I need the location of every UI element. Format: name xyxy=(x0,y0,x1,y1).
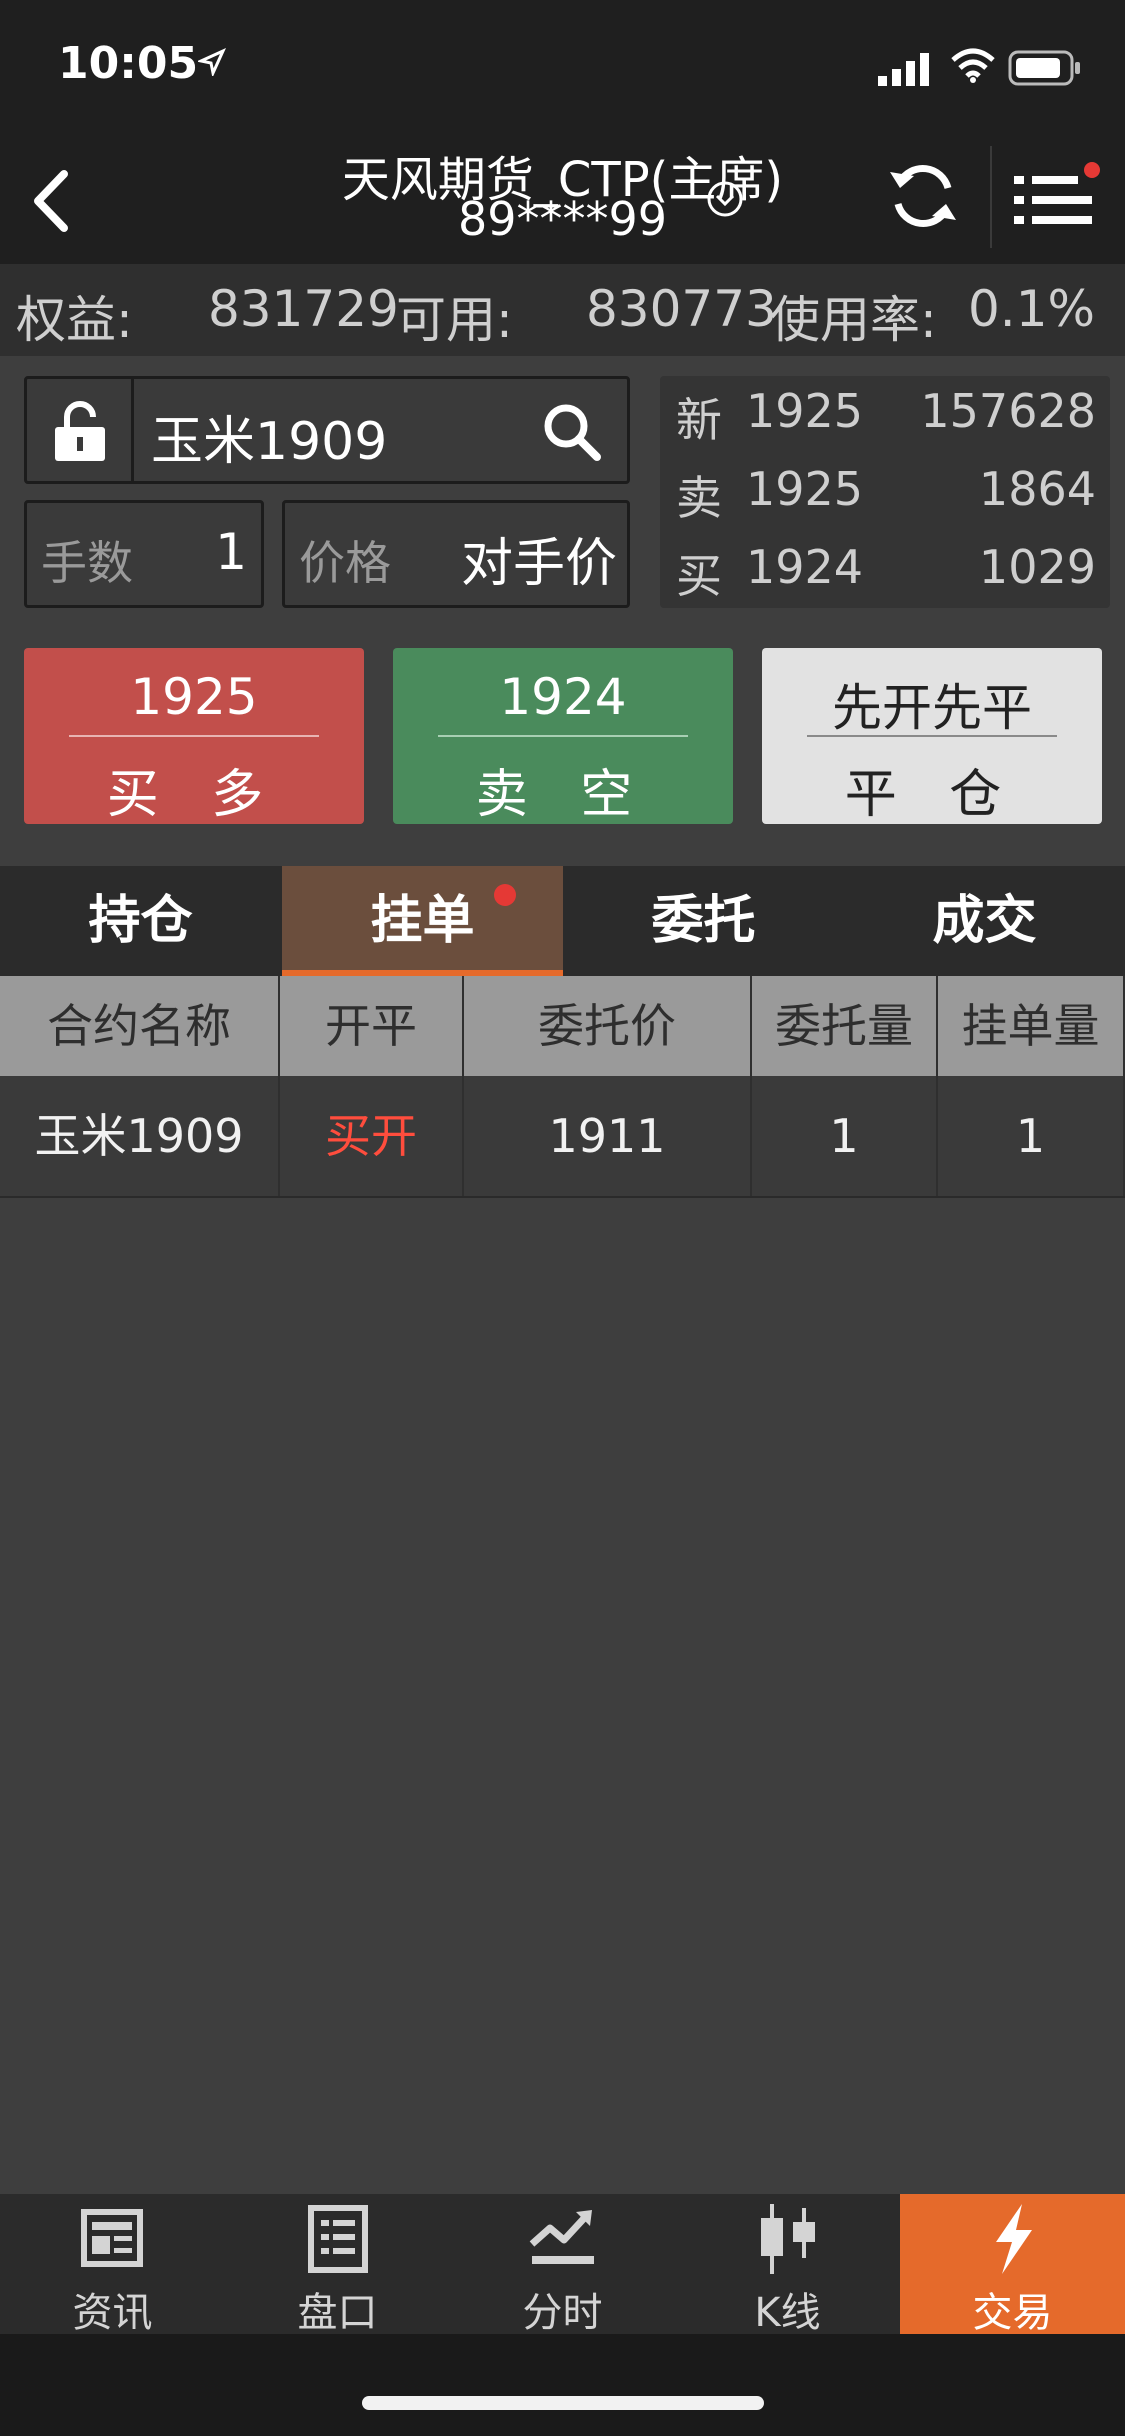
column-header: 合约名称 xyxy=(0,976,280,1076)
contract-name: 玉米1909 xyxy=(151,412,388,472)
trend-line-icon xyxy=(529,2210,594,2264)
orderbook-icon xyxy=(308,2205,368,2273)
quote-label: 卖 xyxy=(676,471,722,525)
quote-price: 1925 xyxy=(746,384,864,438)
tab-pending-orders[interactable]: 挂单 xyxy=(282,866,563,976)
column-header: 委托价 xyxy=(464,976,752,1076)
status-time: 10:05 xyxy=(58,38,199,89)
tab-label: 挂单 xyxy=(370,891,475,951)
bottom-tab-kline[interactable]: K线 xyxy=(675,2194,900,2336)
bottom-tab-orderbook[interactable]: 盘口 xyxy=(225,2194,450,2336)
cell-open-close: 买开 xyxy=(280,1076,464,1196)
button-divider xyxy=(438,735,688,737)
home-indicator[interactable] xyxy=(362,2396,764,2410)
sell-short-button[interactable]: 1924 卖 空 xyxy=(393,648,733,825)
bottom-tab-label: 分时 xyxy=(522,2290,603,2336)
menu-list-icon[interactable] xyxy=(1012,162,1102,242)
quote-volume: 1864 xyxy=(978,462,1096,516)
column-header: 委托量 xyxy=(752,976,938,1076)
price-type-value[interactable]: 对手价 xyxy=(461,521,617,596)
bottom-tab-label: 资讯 xyxy=(72,2290,153,2336)
quote-volume: 157628 xyxy=(920,384,1096,438)
unlock-icon xyxy=(55,401,105,461)
equity-value: 831729 xyxy=(208,280,399,338)
quote-panel: 新 1925 157628 卖 1925 1864 买 1924 1029 xyxy=(660,376,1110,608)
newspaper-icon xyxy=(81,2209,143,2267)
close-mode: 先开先平 xyxy=(832,679,1032,737)
lightning-icon xyxy=(996,2204,1032,2274)
bottom-tab-intraday[interactable]: 分时 xyxy=(450,2194,675,2336)
contract-selector[interactable]: 玉米1909 xyxy=(24,376,630,484)
lots-label: 手数 xyxy=(41,536,133,590)
bottom-tab-label: 盘口 xyxy=(297,2290,378,2336)
buy-long-button[interactable]: 1925 买 多 xyxy=(24,648,364,825)
cell-contract: 玉米1909 xyxy=(0,1076,280,1196)
status-bar: 10:05 xyxy=(0,0,1125,130)
buy-label: 买 多 xyxy=(106,765,282,825)
quote-price: 1924 xyxy=(746,540,864,594)
home-indicator-area xyxy=(0,2334,1125,2436)
quote-label: 买 xyxy=(676,549,722,603)
tab-positions[interactable]: 持仓 xyxy=(0,866,281,976)
search-icon[interactable] xyxy=(541,401,603,463)
usage-value: 0.1% xyxy=(968,280,1096,338)
lock-button[interactable] xyxy=(27,379,134,481)
bottom-tab-bar: 资讯 盘口 分时 K线 交易 xyxy=(0,2194,1125,2336)
button-divider xyxy=(807,735,1057,737)
account-summary-bar: 权益: 831729 可用: 830773 使用率: 0.1% xyxy=(0,264,1125,356)
candlestick-icon xyxy=(761,2204,815,2274)
tab-trades[interactable]: 成交 xyxy=(844,866,1125,976)
bottom-tab-news[interactable]: 资讯 xyxy=(0,2194,225,2336)
battery-icon xyxy=(1008,50,1080,86)
bottom-tab-trade[interactable]: 交易 xyxy=(900,2194,1125,2336)
quote-price: 1925 xyxy=(746,462,864,516)
buy-price: 1925 xyxy=(130,668,258,726)
available-label: 可用: xyxy=(396,291,513,349)
bottom-tab-label: 交易 xyxy=(972,2290,1053,2336)
quote-label: 新 xyxy=(676,393,722,447)
price-field[interactable]: 价格 对手价 xyxy=(282,500,630,608)
lots-field[interactable]: 手数 1 xyxy=(24,500,264,608)
notification-dot xyxy=(494,884,516,906)
nav-bar: 天风期货_CTP(主席) 89****99 xyxy=(0,130,1125,264)
cell-pending-qty: 1 xyxy=(938,1076,1125,1196)
available-value: 830773 xyxy=(586,280,777,338)
nav-divider xyxy=(990,146,992,248)
column-header: 开平 xyxy=(280,976,464,1076)
column-header: 挂单量 xyxy=(938,976,1125,1076)
cell-order-price: 1911 xyxy=(464,1076,752,1196)
location-arrow-icon xyxy=(198,48,226,76)
wifi-icon xyxy=(951,48,995,83)
table-header: 合约名称 开平 委托价 委托量 挂单量 xyxy=(0,976,1125,1076)
sell-label: 卖 空 xyxy=(475,765,651,825)
quote-volume: 1029 xyxy=(978,540,1096,594)
close-label: 平 仓 xyxy=(844,765,1020,825)
table-row[interactable]: 玉米1909 买开 1911 1 1 xyxy=(0,1076,1125,1198)
chevron-down-icon[interactable] xyxy=(706,180,744,218)
usage-label: 使用率: xyxy=(770,291,937,349)
refresh-icon[interactable] xyxy=(888,158,958,234)
cell-order-qty: 1 xyxy=(752,1076,938,1196)
cellular-signal-icon xyxy=(878,53,929,86)
tab-orders[interactable]: 委托 xyxy=(563,866,844,976)
position-tabs: 持仓 挂单 委托 成交 xyxy=(0,866,1125,976)
button-divider xyxy=(69,735,319,737)
bottom-tab-label: K线 xyxy=(754,2290,821,2336)
close-position-button[interactable]: 先开先平 平 仓 xyxy=(762,648,1102,825)
lots-value[interactable]: 1 xyxy=(215,523,247,581)
price-label: 价格 xyxy=(299,536,391,590)
sell-price: 1924 xyxy=(499,668,627,726)
equity-label: 权益: xyxy=(16,291,133,349)
